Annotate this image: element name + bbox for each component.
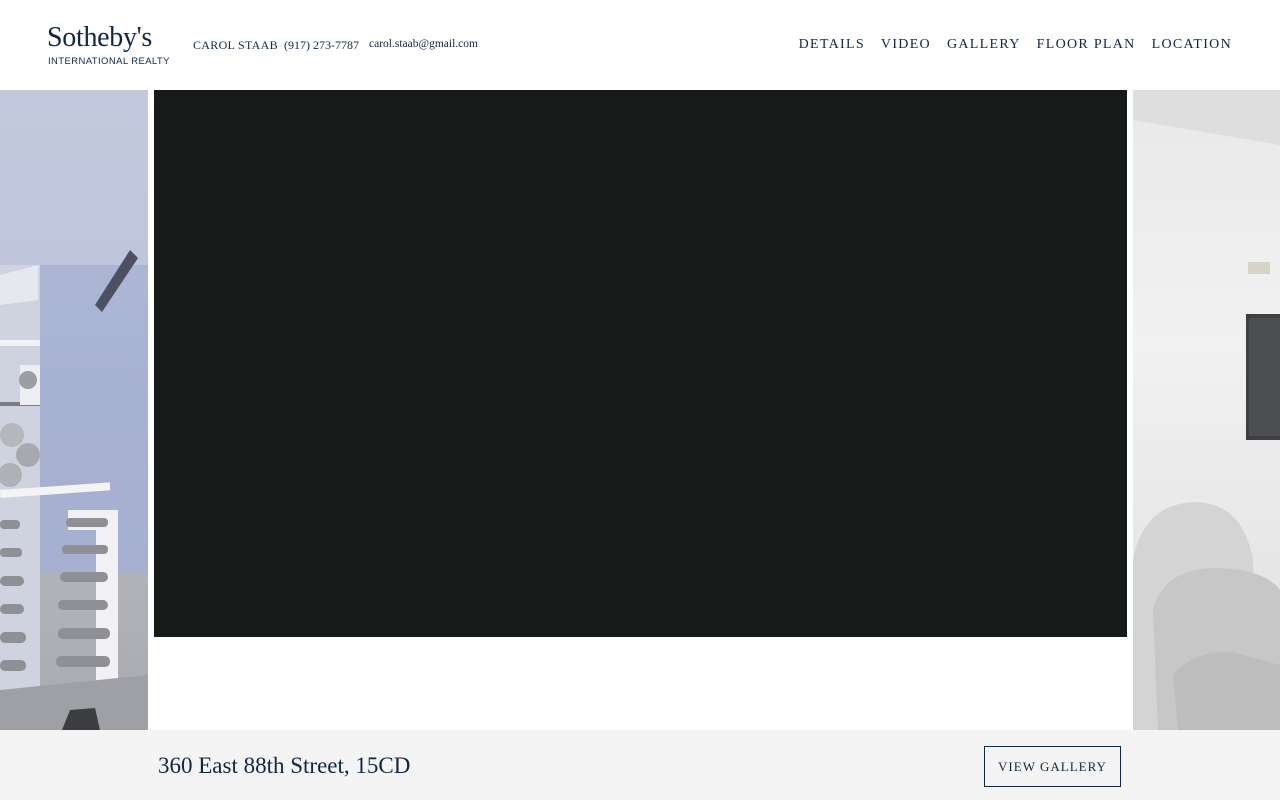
nav-floor-plan[interactable]: FLOOR PLAN [1037, 37, 1136, 53]
agent-email[interactable]: carol.staab@gmail.com [369, 38, 478, 50]
gym-photo-illustration [0, 90, 148, 730]
site-header: Sotheby's INTERNATIONAL REALTY CAROL STA… [0, 0, 1280, 90]
video-player[interactable] [154, 90, 1127, 637]
media-carousel [0, 90, 1280, 730]
listing-bar: 360 East 88th Street, 15CD VIEW GALLERY [0, 730, 1280, 800]
agent-phone[interactable]: (917) 273-7787 [284, 38, 359, 53]
nav-gallery[interactable]: GALLERY [947, 37, 1021, 53]
next-slide-image[interactable] [1133, 90, 1280, 730]
agent-name: CAROL STAAB [193, 38, 278, 52]
sothebys-logo[interactable]: Sotheby's INTERNATIONAL REALTY [47, 22, 170, 68]
living-room-photo-illustration [1133, 90, 1280, 730]
listing-address: 360 East 88th Street, 15CD [158, 753, 411, 778]
main-nav: DETAILS VIDEO GALLERY FLOOR PLAN LOCATIO… [783, 37, 1232, 53]
nav-details[interactable]: DETAILS [799, 37, 865, 53]
nav-video[interactable]: VIDEO [881, 37, 931, 53]
logo-subtitle: INTERNATIONAL REALTY [48, 56, 170, 67]
previous-slide-image[interactable] [0, 90, 148, 730]
view-gallery-button[interactable]: VIEW GALLERY [984, 746, 1121, 787]
logo-wordmark: Sotheby's [47, 22, 153, 53]
nav-location[interactable]: LOCATION [1152, 37, 1232, 53]
